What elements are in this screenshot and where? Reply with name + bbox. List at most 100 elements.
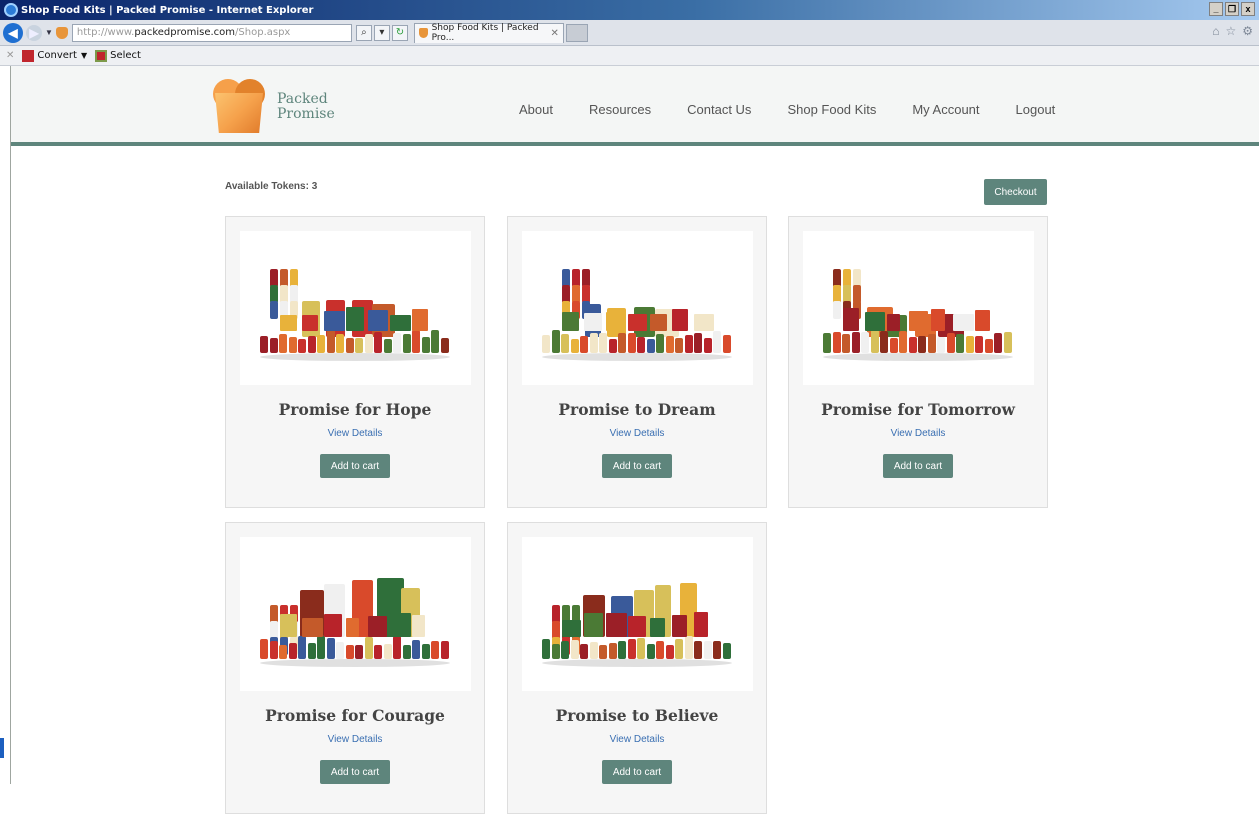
view-details-link[interactable]: View Details — [226, 734, 484, 745]
product-photo — [240, 537, 471, 691]
url-dropdown-icon[interactable]: ▾ — [373, 24, 390, 41]
front-can — [918, 336, 926, 353]
view-details-link[interactable]: View Details — [508, 428, 766, 439]
settings-gear-icon[interactable]: ⚙ — [1242, 24, 1253, 38]
front-can — [383, 339, 392, 353]
logo-line-1: Packed — [277, 91, 328, 107]
convert-dropdown-icon[interactable]: ▼ — [81, 51, 87, 60]
mid-box — [953, 314, 974, 331]
front-can — [542, 639, 550, 659]
checkout-button[interactable]: Checkout — [984, 179, 1047, 205]
front-can — [393, 636, 401, 659]
front-can — [326, 330, 335, 353]
product-name: Promise for Courage — [265, 706, 445, 725]
front-can — [946, 333, 955, 353]
front-can — [580, 644, 588, 659]
available-tokens: Available Tokens: 3 — [225, 181, 318, 192]
add-to-cart-button[interactable]: Add to cart — [320, 454, 390, 478]
mid-box — [694, 314, 714, 331]
front-can — [684, 636, 693, 659]
front-can — [675, 338, 683, 353]
tab-close-icon[interactable]: ✕ — [551, 28, 559, 39]
photo-shadow — [542, 659, 732, 667]
nav-my-account[interactable]: My Account — [912, 102, 979, 117]
front-can — [580, 336, 588, 353]
front-can — [646, 339, 655, 353]
url-input[interactable]: http://www. packedpromise.com/Shop.aspx — [71, 23, 352, 42]
view-details-link[interactable]: View Details — [508, 734, 766, 745]
front-can — [722, 335, 731, 353]
forward-button[interactable]: ▶ — [26, 24, 42, 41]
mid-box — [672, 309, 688, 331]
close-toolbar-icon[interactable]: ✕ — [6, 50, 14, 61]
new-tab-button[interactable] — [565, 23, 588, 42]
add-to-cart-button[interactable]: Add to cart — [602, 760, 672, 784]
front-can — [260, 336, 268, 353]
nav-resources[interactable]: Resources — [589, 102, 651, 117]
add-to-cart-button[interactable]: Add to cart — [883, 454, 953, 478]
history-dropdown-icon[interactable]: ▼ — [45, 28, 53, 37]
product-name: Promise for Hope — [278, 400, 432, 419]
front-can — [665, 645, 674, 659]
tab-shop-food-kits[interactable]: Shop Food Kits | Packed Pro... ✕ — [413, 22, 564, 43]
view-details-link[interactable]: View Details — [226, 428, 484, 439]
front-can — [269, 338, 278, 353]
nav-about[interactable]: About — [519, 102, 553, 117]
front-can — [298, 636, 306, 659]
front-can — [431, 330, 439, 353]
mid-box — [628, 616, 646, 637]
front-can — [823, 333, 831, 353]
front-can — [589, 333, 598, 353]
nav-shop-food-kits[interactable]: Shop Food Kits — [787, 102, 876, 117]
restore-icon[interactable]: ❐ — [1225, 2, 1239, 16]
front-can — [994, 333, 1002, 353]
front-can — [956, 334, 964, 353]
site-header: Packed Promise About Resources Contact U… — [11, 66, 1259, 146]
home-icon[interactable]: ⌂ — [1212, 24, 1219, 38]
select-icon — [95, 49, 108, 62]
front-can — [656, 641, 664, 659]
front-can — [637, 337, 645, 353]
front-can — [307, 643, 316, 659]
front-can — [908, 337, 917, 353]
front-can — [279, 334, 287, 353]
favorites-star-icon[interactable]: ☆ — [1225, 24, 1236, 38]
main-nav: About Resources Contact Us Shop Food Kit… — [519, 102, 1091, 117]
add-to-cart-button[interactable]: Add to cart — [320, 760, 390, 784]
add-to-cart-button[interactable]: Add to cart — [602, 454, 672, 478]
front-can — [288, 643, 297, 659]
back-button[interactable]: ◀ — [3, 22, 23, 43]
left-edge-marker — [0, 738, 4, 758]
mid-box — [562, 312, 579, 331]
minimize-icon[interactable]: _ — [1209, 2, 1223, 16]
select-button[interactable]: Select — [110, 50, 141, 61]
front-can — [589, 642, 598, 659]
photo-shadow — [260, 353, 450, 361]
front-can — [336, 642, 344, 659]
mid-box — [562, 620, 581, 637]
front-can — [694, 333, 702, 353]
front-can — [542, 335, 550, 353]
front-can — [279, 645, 287, 659]
front-can — [713, 331, 721, 353]
front-can — [675, 639, 683, 659]
close-window-icon[interactable]: x — [1241, 2, 1255, 16]
mid-box — [302, 315, 318, 331]
url-domain: packedpromise.com — [134, 27, 236, 38]
front-can — [317, 636, 325, 659]
search-icon[interactable]: ⌕ — [355, 24, 372, 41]
nav-logout[interactable]: Logout — [1016, 102, 1056, 117]
view-details-link[interactable]: View Details — [789, 428, 1047, 439]
front-can — [402, 645, 411, 659]
front-can — [965, 336, 974, 353]
front-can — [684, 335, 693, 353]
mid-box — [672, 615, 687, 637]
nav-contact-us[interactable]: Contact Us — [687, 102, 751, 117]
site-logo[interactable]: Packed Promise — [213, 79, 335, 135]
front-can — [722, 643, 731, 659]
refresh-icon[interactable]: ↻ — [391, 24, 408, 41]
convert-button[interactable]: Convert — [37, 50, 77, 61]
front-can — [646, 644, 655, 659]
front-can — [570, 339, 579, 353]
mid-box — [865, 312, 885, 331]
